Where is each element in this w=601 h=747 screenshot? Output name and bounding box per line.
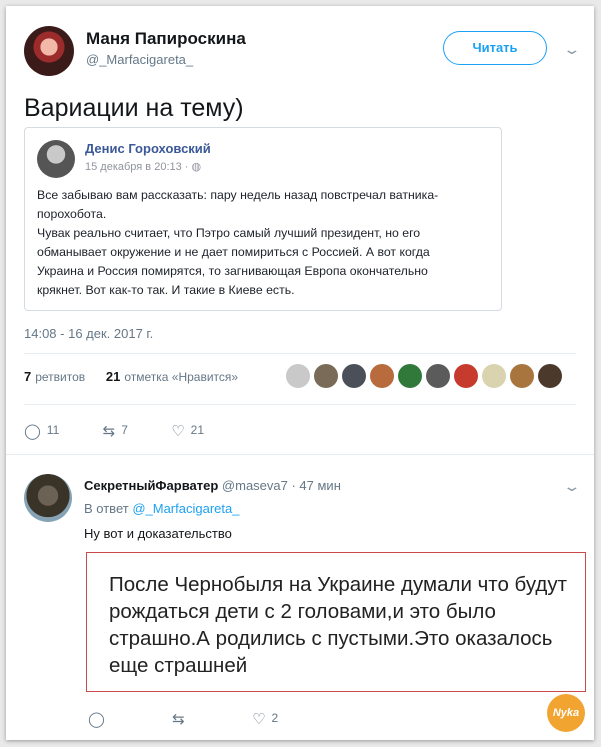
embedded-post-card[interactable]: Денис Гороховский 15 декабря в 20:13 · ◍… bbox=[24, 127, 502, 311]
like-count: 2 bbox=[271, 711, 279, 725]
embedded-post-line: Все забываю вам рассказать: пару недель … bbox=[37, 188, 439, 202]
heart-icon: ♡ bbox=[171, 423, 185, 440]
globe-icon: ◍ bbox=[191, 161, 202, 173]
like-count: 21 bbox=[190, 423, 205, 437]
reply-to: В ответ @_Marfacigareta_ bbox=[84, 501, 239, 516]
retweets-count: 7 bbox=[24, 369, 32, 384]
likes-stat[interactable]: 21 отметка «Нравится» bbox=[105, 369, 239, 384]
liker-avatar[interactable] bbox=[482, 364, 506, 388]
reply-actions: ◯ ⇆ ♡ 2 bbox=[88, 710, 336, 728]
liker-avatar[interactable] bbox=[454, 364, 478, 388]
retweets-stat[interactable]: 7 ретвитов bbox=[24, 369, 86, 384]
embedded-post-text: Все забываю вам рассказать: пару недель … bbox=[37, 186, 497, 300]
reply-author-avatar[interactable] bbox=[24, 474, 72, 522]
liker-avatar[interactable] bbox=[342, 364, 366, 388]
reply-text: Ну вот и доказательство bbox=[84, 526, 232, 541]
reply-image-quote[interactable]: После Чернобыля на Украине думали что бу… bbox=[86, 552, 586, 692]
embedded-post-date: 15 декабря в 20:13 · ◍ bbox=[85, 160, 201, 173]
retweet-icon: ⇆ bbox=[172, 711, 185, 728]
reply-icon: ◯ bbox=[24, 423, 41, 440]
author-avatar[interactable] bbox=[24, 26, 74, 76]
divider bbox=[24, 404, 576, 405]
embedded-post-line: Чувак реально считает, что Пэтро самый л… bbox=[37, 226, 421, 240]
embedded-post-author: Денис Гороховский bbox=[85, 141, 211, 156]
tweet-actions: ◯ 11 ⇆ 7 ♡ 21 bbox=[24, 422, 244, 440]
author-handle[interactable]: @_Marfacigareta_ bbox=[86, 52, 193, 67]
screenshot-frame: Маня Папироскина @_Marfacigareta_ Читать… bbox=[6, 6, 594, 740]
liker-avatars bbox=[286, 364, 566, 392]
liker-avatar[interactable] bbox=[314, 364, 338, 388]
reply-action[interactable]: ◯ 11 bbox=[24, 422, 59, 440]
likes-count: 21 bbox=[105, 369, 121, 384]
liker-avatar[interactable] bbox=[286, 364, 310, 388]
chevron-down-icon[interactable]: ⌄ bbox=[562, 478, 581, 495]
reply-icon: ◯ bbox=[88, 711, 105, 728]
retweet-action[interactable]: ⇆ 7 bbox=[103, 422, 128, 440]
divider bbox=[24, 353, 576, 354]
reply-author-handle[interactable]: @maseva7 bbox=[222, 478, 288, 493]
quote-text: После Чернобыля на Украине думали что бу… bbox=[109, 573, 568, 677]
likes-label: отметка «Нравится» bbox=[124, 370, 239, 384]
author-name[interactable]: Маня Папироскина bbox=[86, 29, 246, 49]
divider bbox=[6, 454, 594, 455]
retweet-icon: ⇆ bbox=[102, 423, 116, 440]
reply-to-handle[interactable]: @_Marfacigareta_ bbox=[132, 501, 239, 516]
liker-avatar[interactable] bbox=[538, 364, 562, 388]
retweets-label: ретвитов bbox=[35, 370, 86, 384]
like-action[interactable]: ♡ 2 bbox=[252, 710, 278, 728]
reply-header: СекретныйФарватер @maseva7 · 47 мин bbox=[84, 478, 341, 493]
embedded-post-line: крякнет. Вот как-то так. И такие в Киеве… bbox=[37, 283, 295, 297]
embedded-post-line: порохобота. bbox=[37, 207, 107, 221]
reply-time[interactable]: · 47 мин bbox=[288, 478, 340, 493]
like-action[interactable]: ♡ 21 bbox=[171, 422, 204, 440]
heart-icon: ♡ bbox=[252, 711, 266, 728]
tweet-text: Вариации на тему) bbox=[24, 94, 244, 122]
liker-avatar[interactable] bbox=[510, 364, 534, 388]
retweet-action[interactable]: ⇆ bbox=[172, 710, 191, 728]
chevron-down-icon[interactable]: ⌄ bbox=[562, 41, 581, 58]
liker-avatar[interactable] bbox=[398, 364, 422, 388]
embedded-post-line: обманывает окружение и не дает помиритьс… bbox=[37, 245, 430, 259]
embedded-post-avatar bbox=[37, 140, 75, 178]
embedded-post-date-text: 15 декабря в 20:13 · bbox=[85, 161, 192, 173]
reply-count: 11 bbox=[46, 423, 60, 437]
retweet-count: 7 bbox=[121, 423, 128, 437]
liker-avatar[interactable] bbox=[426, 364, 450, 388]
watermark-logo: Nyka bbox=[547, 694, 585, 732]
reply-action[interactable]: ◯ bbox=[88, 710, 111, 728]
tweet-stats: 7 ретвитов 21 отметка «Нравится» bbox=[24, 369, 238, 384]
liker-avatar[interactable] bbox=[370, 364, 394, 388]
reply-to-prefix: В ответ bbox=[84, 501, 133, 516]
reply-author-name[interactable]: СекретныйФарватер bbox=[84, 478, 218, 493]
tweet-timestamp[interactable]: 14:08 - 16 дек. 2017 г. bbox=[24, 326, 153, 341]
embedded-post-line: Украина и Россия помирятся, то загнивающ… bbox=[37, 264, 428, 278]
follow-button[interactable]: Читать bbox=[443, 31, 547, 65]
